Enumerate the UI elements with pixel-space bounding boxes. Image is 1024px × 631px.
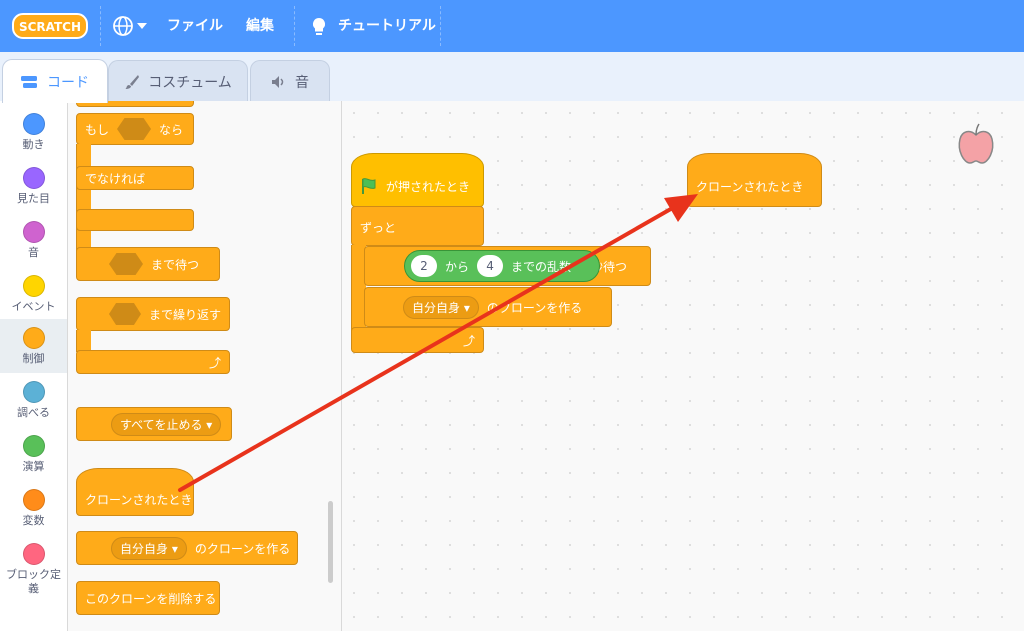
code-icon [21, 75, 37, 88]
tab-code-label: コード [47, 74, 89, 91]
annotation-arrow [178, 194, 698, 492]
tab-code[interactable]: コード [2, 59, 108, 103]
